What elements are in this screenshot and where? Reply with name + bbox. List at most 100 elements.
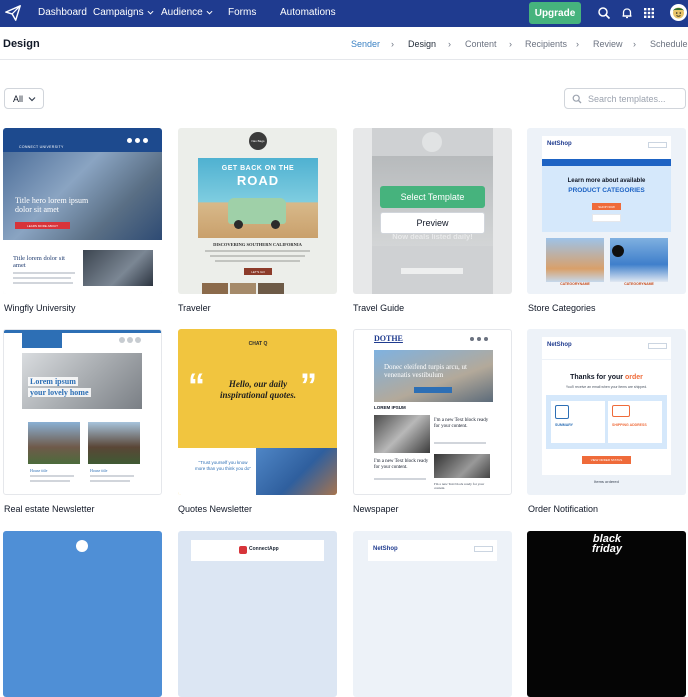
- step-content[interactable]: Content: [465, 39, 497, 49]
- thumbnail-footer: Items ordered: [594, 479, 619, 484]
- template-card-quotes-newsletter[interactable]: CHAT Q “ ” Hello, our daily inspirationa…: [178, 329, 337, 495]
- template-search-input[interactable]: [588, 93, 682, 104]
- van-wheel: [271, 220, 280, 229]
- thumbnail-hero-title: Donec eleifend turpis arcu, ut venenatis…: [384, 363, 467, 379]
- page-title: Design: [3, 38, 40, 50]
- social-icon: [470, 337, 474, 341]
- social-icon: [135, 337, 141, 343]
- template-card-order-notification[interactable]: NetShop Thanks for your order You'll rec…: [527, 329, 686, 495]
- user-avatar[interactable]: [670, 4, 687, 21]
- nav-forms-label: Forms: [228, 7, 257, 18]
- thumbnail-portrait-photo: [256, 448, 337, 495]
- quote-mark-open-icon: “: [188, 367, 205, 405]
- thumbnail-hero-line2: PRODUCT CATEGORIES: [568, 187, 645, 194]
- template-card-traveler[interactable]: Nav Bags GET BACK ON THE ROAD DISCOVERIN…: [178, 128, 337, 294]
- thumbnail-product: [592, 214, 621, 222]
- thumbnail-hero-photo: GET BACK ON THE ROAD: [198, 158, 318, 238]
- thumbnail-hero-line1: Learn more about available: [567, 178, 646, 184]
- step-separator-chevron-icon: ›: [633, 39, 636, 49]
- nav-audience[interactable]: Audience: [161, 7, 213, 18]
- template-card-travel-guide[interactable]: Now deals listed daily! Select Template …: [353, 128, 512, 294]
- text-line: [13, 272, 75, 274]
- thumbnail-logo-icon: [239, 546, 247, 554]
- apps-grid-icon[interactable]: [642, 6, 656, 20]
- thumbnail-photo: [202, 283, 228, 294]
- thumbnail-quote-box: "Trust yourself you know more than you t…: [178, 448, 256, 495]
- step-design[interactable]: Design: [408, 39, 436, 49]
- paper-plane-logo-icon[interactable]: [4, 4, 22, 22]
- step-schedule[interactable]: Schedule: [650, 39, 688, 49]
- thumbnail-info-panel: SUMMARY SHIPPING ADDRESS: [546, 395, 667, 449]
- thumbnail-shipping-box: SHIPPING ADDRESS: [608, 401, 662, 443]
- nav-dashboard[interactable]: Dashboard: [38, 7, 87, 18]
- template-card-row3-3[interactable]: NetShop: [353, 531, 512, 697]
- thumbnail-product-shape: [612, 245, 624, 257]
- thumbnail-photo: [258, 283, 284, 294]
- bell-icon[interactable]: [620, 6, 634, 20]
- van-wheel: [234, 220, 243, 229]
- category-filter-select[interactable]: All: [4, 88, 44, 109]
- template-search-box[interactable]: [564, 88, 686, 109]
- thumbnail-hero: Learn more about available PRODUCT CATEG…: [542, 166, 671, 232]
- social-icon: [484, 337, 488, 341]
- step-review[interactable]: Review: [593, 39, 623, 49]
- template-name: Store Categories: [528, 303, 596, 313]
- step-recipients[interactable]: Recipients: [525, 39, 567, 49]
- template-card-store-categories[interactable]: NetShop Learn more about available PRODU…: [527, 128, 686, 294]
- step-separator-chevron-icon: ›: [509, 39, 512, 49]
- thumbnail-story-photo: [374, 415, 430, 453]
- thumbnail-brand: NetShop: [547, 342, 572, 348]
- thumbnail-subtitle: Title lorem dolor sit amet: [13, 255, 65, 269]
- thumbnail-header-button: [648, 142, 667, 148]
- nav-campaigns[interactable]: Campaigns: [93, 7, 154, 18]
- step-separator-chevron-icon: ›: [448, 39, 451, 49]
- nav-forms[interactable]: Forms: [228, 7, 256, 18]
- chevron-down-icon: [147, 10, 154, 15]
- thumbnail-box-label: SUMMARY: [555, 423, 573, 427]
- template-card-row3-2[interactable]: ConnectApp: [178, 531, 337, 697]
- thumbnail-cta: LET'S GO: [244, 268, 272, 275]
- social-icon: [119, 337, 125, 343]
- preview-button[interactable]: Preview: [380, 212, 485, 234]
- step-separator-chevron-icon: ›: [576, 39, 579, 49]
- thumbnail-story-photo: [434, 454, 490, 478]
- social-icon: [127, 337, 133, 343]
- thumbnail-brand: ConnectApp: [249, 546, 279, 552]
- thumbnail-hero-photo: Lorem ipsum your lovely home: [22, 353, 142, 409]
- thumbnail-quote: Hello, our daily inspirational quotes.: [219, 379, 297, 400]
- thumbnail-hero-background: CONNECT UNIVERSITY Title hero lorem ipsu…: [3, 128, 162, 240]
- thumbnail-cta: VIEW ORDER STATUS: [582, 456, 631, 464]
- thumbnail-header: NetShop: [542, 337, 671, 359]
- template-card-row3-4[interactable]: black friday: [527, 531, 686, 697]
- template-card-real-estate-newsletter[interactable]: Lorem ipsum your lovely home House title…: [3, 329, 162, 495]
- select-template-button[interactable]: Select Template: [380, 186, 485, 208]
- thumbnail-logo: [76, 540, 88, 552]
- design-step-header: Design Sender › Design › Content › Recip…: [0, 27, 688, 60]
- text-line: [215, 260, 300, 262]
- upgrade-button[interactable]: Upgrade: [529, 2, 581, 24]
- search-icon: [572, 94, 582, 103]
- thumbnail-content-dimmed: Now deals listed daily!: [372, 128, 493, 294]
- template-card-newspaper[interactable]: DOTHE Donec eleifend turpis arcu, ut ven…: [353, 329, 512, 495]
- template-card-wingfly-university[interactable]: CONNECT UNIVERSITY Title hero lorem ipsu…: [3, 128, 162, 294]
- social-icon: [477, 337, 481, 341]
- thumbnail-cta: SHOP NOW: [592, 203, 621, 210]
- thumbnail-header-text: CONNECT UNIVERSITY: [19, 145, 64, 149]
- nav-campaigns-label: Campaigns: [93, 7, 144, 18]
- search-icon[interactable]: [597, 6, 611, 20]
- thumbnail-photo: [83, 250, 153, 286]
- linkedin-icon: [143, 138, 148, 143]
- thumbnail-summary-box: SUMMARY: [551, 401, 605, 443]
- template-name: Traveler: [178, 303, 211, 313]
- step-sender[interactable]: Sender: [351, 39, 380, 49]
- template-card-row3-1[interactable]: [3, 531, 162, 697]
- text-line: [90, 480, 130, 482]
- nav-automations[interactable]: Automations: [280, 7, 336, 18]
- thumbnail-logo: [422, 132, 442, 152]
- text-line: [13, 282, 73, 284]
- template-name: Quotes Newsletter: [178, 504, 253, 514]
- thumbnail-story-text: I'm a new Text block ready for your cont…: [434, 418, 489, 429]
- thumbnail-brand: CHAT Q: [248, 341, 268, 347]
- thumbnail-header: ConnectApp: [191, 540, 324, 561]
- facebook-icon: [127, 138, 132, 143]
